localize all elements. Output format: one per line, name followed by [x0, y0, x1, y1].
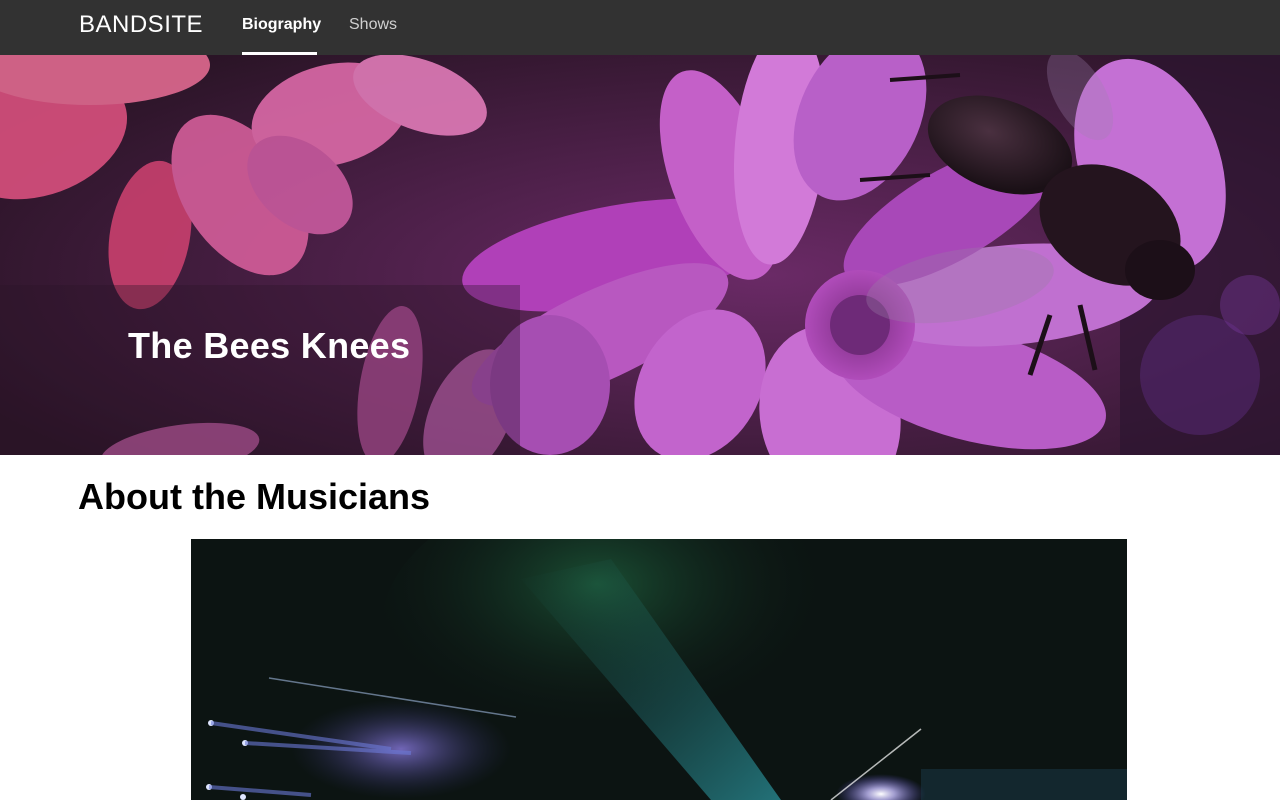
hero-flower-bee-image — [0, 55, 1280, 455]
nav-link-biography[interactable]: Biography — [242, 16, 321, 34]
section-heading-about: About the Musicians — [78, 476, 431, 517]
hero-banner: The Bees Knees — [0, 55, 1280, 455]
nav-link-shows[interactable]: Shows — [349, 16, 397, 34]
site-logo[interactable]: BANDSITE — [79, 11, 203, 39]
hero-title: The Bees Knees — [128, 325, 411, 366]
top-nav: BANDSITE Biography Shows — [0, 0, 1280, 55]
concert-photo — [191, 539, 1127, 800]
